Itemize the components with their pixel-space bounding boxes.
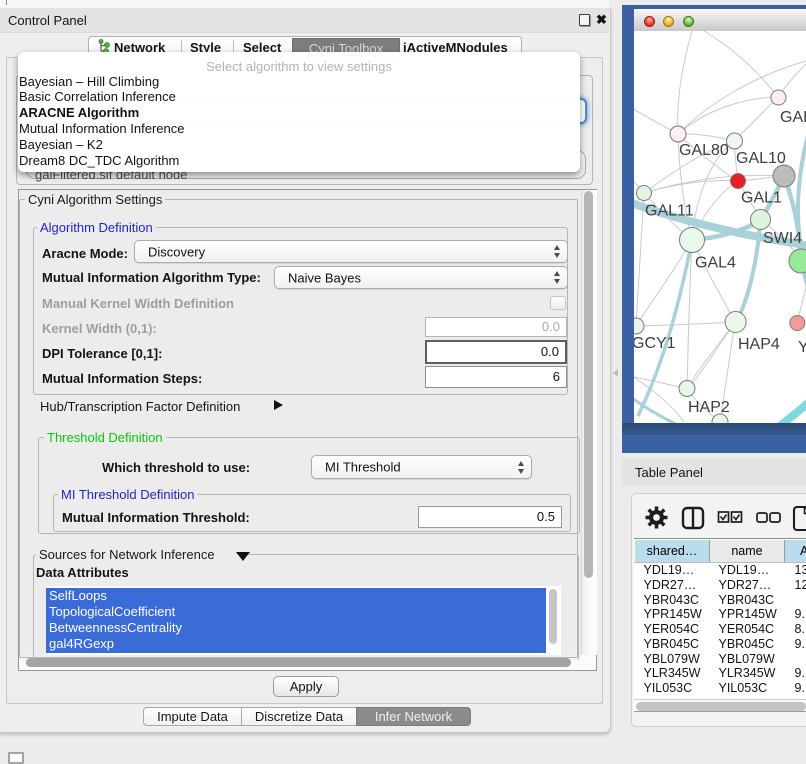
svg-text:GAL10: GAL10 (736, 150, 786, 167)
svg-text:YP: YP (798, 339, 806, 356)
svg-text:HAP4: HAP4 (738, 336, 780, 353)
svg-text:GAL11: GAL11 (645, 203, 694, 220)
svg-text:GCY1: GCY1 (634, 335, 676, 352)
svg-text:HAP2: HAP2 (688, 399, 730, 416)
svg-text:GAL4: GAL4 (695, 255, 736, 272)
svg-text:GAL80: GAL80 (679, 142, 729, 159)
svg-text:GAL7: GAL7 (780, 109, 806, 126)
svg-text:GAL1: GAL1 (741, 190, 782, 207)
svg-text:SWI4: SWI4 (763, 230, 802, 247)
